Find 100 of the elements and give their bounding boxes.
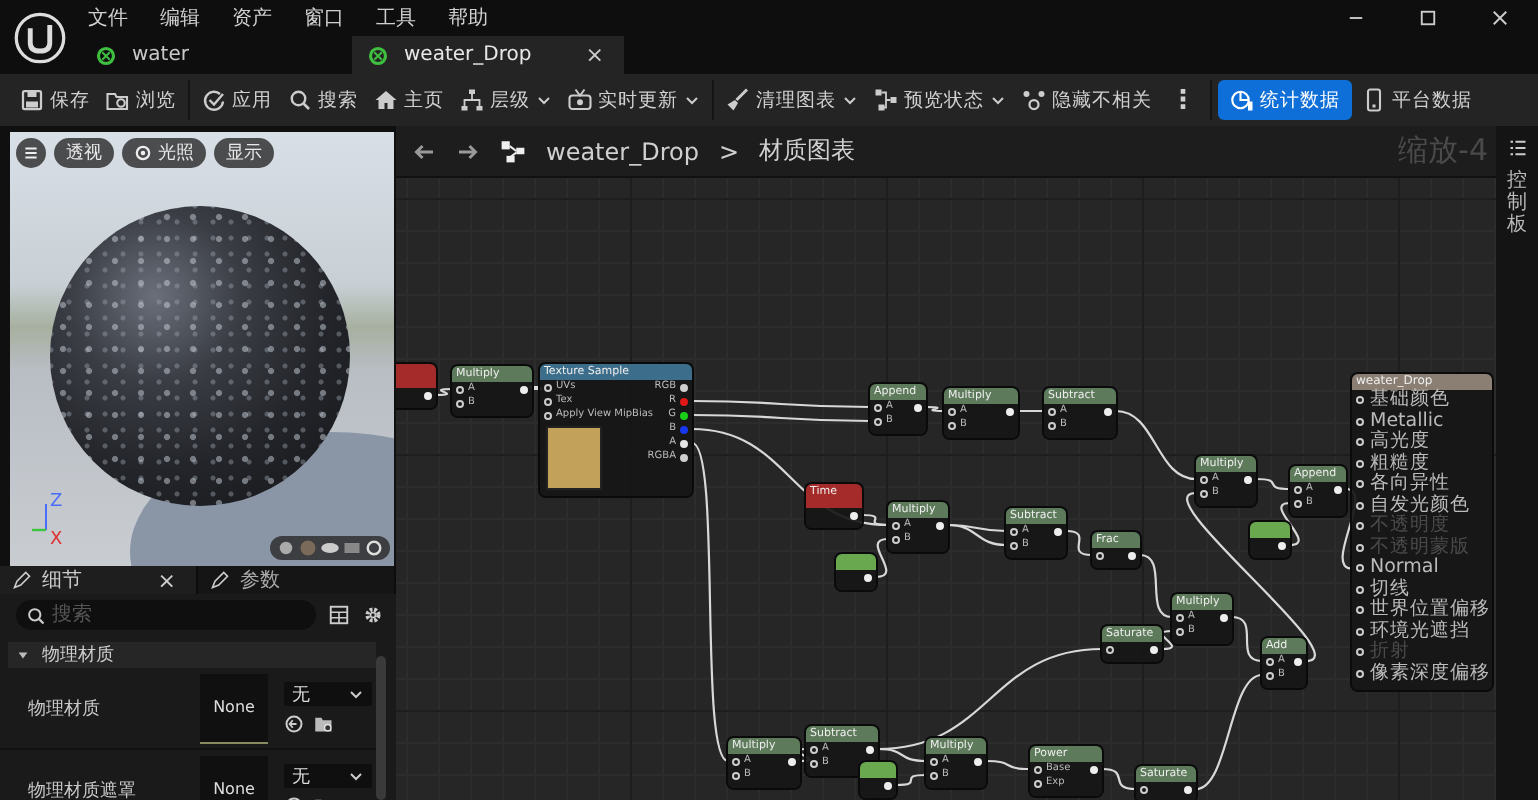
pencil-icon <box>12 570 32 590</box>
connection-wire <box>926 405 944 413</box>
search-icon <box>288 88 312 112</box>
graph-canvas[interactable] <box>396 178 1496 800</box>
viewport-button[interactable]: 显示 <box>214 138 274 168</box>
menu-item[interactable]: 编辑 <box>160 4 200 32</box>
apply-icon <box>202 88 226 112</box>
connection-wire <box>1161 629 1173 651</box>
caret-icon <box>684 92 700 108</box>
property-label: 物理材质 <box>28 697 102 721</box>
close-tab-button[interactable]: × <box>149 567 184 593</box>
caret-icon <box>348 686 364 702</box>
breadcrumb-item[interactable]: weater_Drop <box>546 137 699 165</box>
pin-icon[interactable] <box>680 411 688 419</box>
scrollbar[interactable] <box>376 656 386 800</box>
toolbar-button[interactable]: 清理图表 <box>720 80 864 120</box>
section-title: 物理材质 <box>42 643 114 668</box>
viewport-button[interactable]: 透视 <box>54 138 114 168</box>
menu-item[interactable]: 窗口 <box>304 4 344 32</box>
toolbar-button[interactable]: 隐藏不相关 <box>1016 80 1158 120</box>
asset-dropdown[interactable]: 无 <box>284 682 372 706</box>
back-arrow-icon[interactable] <box>412 139 436 163</box>
toolbar-button[interactable]: 平台数据 <box>1356 80 1478 120</box>
toolbar-button[interactable]: 浏览 <box>100 80 182 120</box>
pin-label: 基础颜色 <box>1370 388 1450 410</box>
graph-icon <box>500 138 526 164</box>
menu-item[interactable]: 文件 <box>88 4 128 32</box>
pin-label: 自发光颜色 <box>1370 493 1470 515</box>
menu-item[interactable]: 资产 <box>232 4 272 32</box>
graph-node[interactable] <box>860 762 896 798</box>
connection-wire <box>895 773 927 787</box>
texture-preview <box>546 426 602 490</box>
material-icon <box>368 45 388 65</box>
pin-label: 世界位置偏移 <box>1370 598 1490 620</box>
logo-icon <box>14 11 66 63</box>
pin-label: 环境光遮挡 <box>1370 619 1470 641</box>
toolbar-button[interactable]: 应用 <box>196 80 278 120</box>
toolbar-button[interactable]: 预览状态 <box>868 80 1012 120</box>
connection-wire <box>1101 767 1137 791</box>
graph-node[interactable] <box>1250 522 1290 558</box>
pin-label: 像素深度偏移 <box>1370 661 1490 683</box>
pin-label: 粗糙度 <box>1370 451 1430 473</box>
asset-thumbnail[interactable]: None <box>200 673 268 743</box>
settings-icon[interactable] <box>362 604 384 626</box>
document-tab[interactable]: water <box>80 36 352 74</box>
toolbar-button[interactable]: 统计数据 <box>1218 80 1352 120</box>
tab-label: 参数 <box>240 567 280 594</box>
graph-node[interactable] <box>396 364 436 408</box>
connection-wire <box>435 387 453 397</box>
home-icon <box>374 88 398 112</box>
menu-icon <box>22 144 40 162</box>
pin-label: Normal <box>1370 556 1439 578</box>
close-icon[interactable] <box>1490 8 1510 28</box>
live-icon <box>568 88 592 112</box>
document-tab[interactable]: weater_Drop × <box>352 36 624 74</box>
connection-wire <box>530 385 542 391</box>
tab-label: 细节 <box>42 567 82 594</box>
pin-label: 各向异性 <box>1370 472 1450 494</box>
caret-icon <box>536 92 552 108</box>
search-icon <box>26 605 46 625</box>
forward-arrow-icon[interactable] <box>456 139 480 163</box>
close-tab-button[interactable]: × <box>581 42 608 68</box>
folder-icon[interactable] <box>314 714 334 734</box>
more-button[interactable]: ⋮ <box>1162 80 1204 120</box>
pin-label: 切线 <box>1370 577 1410 599</box>
property-label: 物理材质遮罩 <box>28 779 138 800</box>
material-icon <box>96 45 116 65</box>
caret-icon <box>842 92 858 108</box>
asset-thumbnail[interactable]: None <box>200 755 268 800</box>
chart-icon <box>1230 88 1254 112</box>
breadcrumb-item[interactable]: 材质图表 <box>759 134 856 168</box>
pin-label: Metallic <box>1370 409 1444 431</box>
graph-node[interactable] <box>836 554 876 590</box>
phone-icon <box>1362 88 1386 112</box>
menu-item[interactable]: 帮助 <box>448 4 488 32</box>
arrow-circle-icon[interactable] <box>284 714 304 734</box>
toolbar-button[interactable]: 实时更新 <box>562 80 706 120</box>
connection-wire <box>1139 553 1173 619</box>
clean-icon <box>726 88 750 112</box>
toolbar-button[interactable]: 层级 <box>454 80 558 120</box>
viewport-button[interactable]: 光照 <box>122 138 206 168</box>
menu-item[interactable]: 工具 <box>376 4 416 32</box>
connection-wire <box>1018 409 1044 413</box>
tab-label: water <box>132 44 189 66</box>
grid-icon[interactable] <box>328 604 350 626</box>
toolbar-button[interactable]: 搜索 <box>282 80 364 120</box>
asset-dropdown[interactable]: 无 <box>284 764 372 788</box>
side-panel-tab[interactable]: 控制板 <box>1496 126 1538 800</box>
search-field[interactable]: 搜索 <box>16 600 316 630</box>
maximize-icon[interactable] <box>1418 8 1438 28</box>
panel-tab[interactable]: 细节 × <box>0 566 198 594</box>
axis-gizmo-icon <box>32 504 48 532</box>
breadcrumb-separator: > <box>718 137 740 165</box>
preview-icon <box>874 88 898 112</box>
toolbar-button[interactable]: 主页 <box>368 80 450 120</box>
toolbar-button[interactable]: 保存 <box>14 80 96 120</box>
browse-icon <box>106 88 130 112</box>
section-header[interactable]: 物理材质 <box>8 642 376 668</box>
save-icon <box>20 88 44 112</box>
connection-wire <box>985 759 1031 771</box>
